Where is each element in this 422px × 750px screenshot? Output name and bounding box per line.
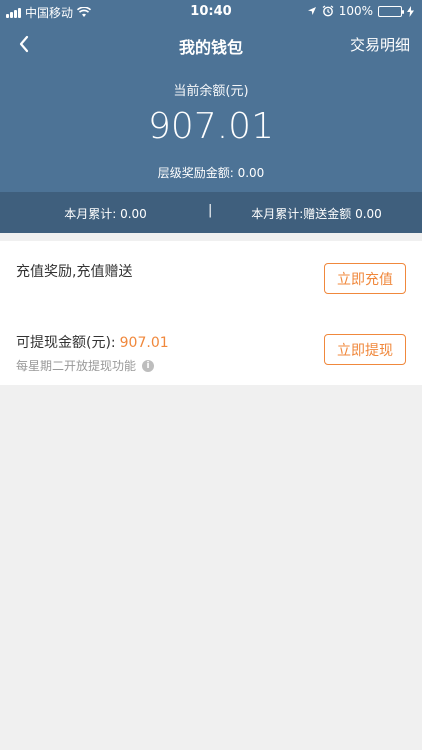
monthly-summary-bar: 本月累计: 0.00 | 本月累计:赠送金额 0.00 (0, 192, 422, 233)
monthly-total-label: 本月累计: (64, 207, 117, 221)
withdrawable-value: 907.01 (119, 335, 169, 351)
recharge-promo-text: 充值奖励,充值赠送 (16, 264, 133, 280)
withdraw-note: 每星期二开放提现功能 i (16, 357, 155, 374)
battery-percent: 100% (338, 4, 373, 18)
monthly-total: 本月累计: 0.00 (0, 205, 211, 222)
monthly-bonus-sub: 赠送金额 (303, 207, 352, 221)
tier-reward-label: 层级奖励金额: (157, 166, 234, 180)
monthly-bonus: 本月累计:赠送金额 0.00 (211, 205, 422, 222)
withdraw-button[interactable]: 立即提现 (324, 334, 406, 365)
withdrawable-label: 可提现金额(元): (16, 335, 116, 351)
charging-bolt-icon (407, 5, 414, 17)
withdraw-note-text: 每星期二开放提现功能 (16, 359, 137, 373)
monthly-total-value: 0.00 (120, 207, 147, 221)
status-right: 100% (307, 4, 414, 18)
header: 中国移动 10:40 100% 我的钱包 交易明细 当前余额(元) 907.01… (0, 0, 422, 233)
recharge-button[interactable]: 立即充值 (324, 263, 406, 294)
alarm-icon (322, 5, 334, 17)
tier-reward-value: 0.00 (237, 166, 265, 180)
balance-value: 907.01 (148, 106, 274, 147)
location-arrow-icon (307, 7, 316, 15)
actions-card: 充值奖励,充值赠送 立即充值 可提现金额(元): 907.01 每星期二开放提现功… (0, 241, 422, 385)
balance-label: 当前余额(元) (173, 84, 249, 99)
monthly-bonus-value: 0.00 (355, 207, 382, 221)
battery-icon (378, 5, 404, 17)
tier-reward: 层级奖励金额: 0.00 (0, 164, 422, 181)
info-icon[interactable]: i (142, 359, 155, 372)
monthly-bonus-label: 本月累计: (251, 207, 304, 221)
nav-bar: 我的钱包 交易明细 (0, 24, 422, 64)
status-bar: 中国移动 10:40 100% (0, 0, 422, 24)
transaction-details-link[interactable]: 交易明细 (350, 34, 410, 55)
withdrawable-amount: 可提现金额(元): 907.01 (16, 332, 169, 352)
